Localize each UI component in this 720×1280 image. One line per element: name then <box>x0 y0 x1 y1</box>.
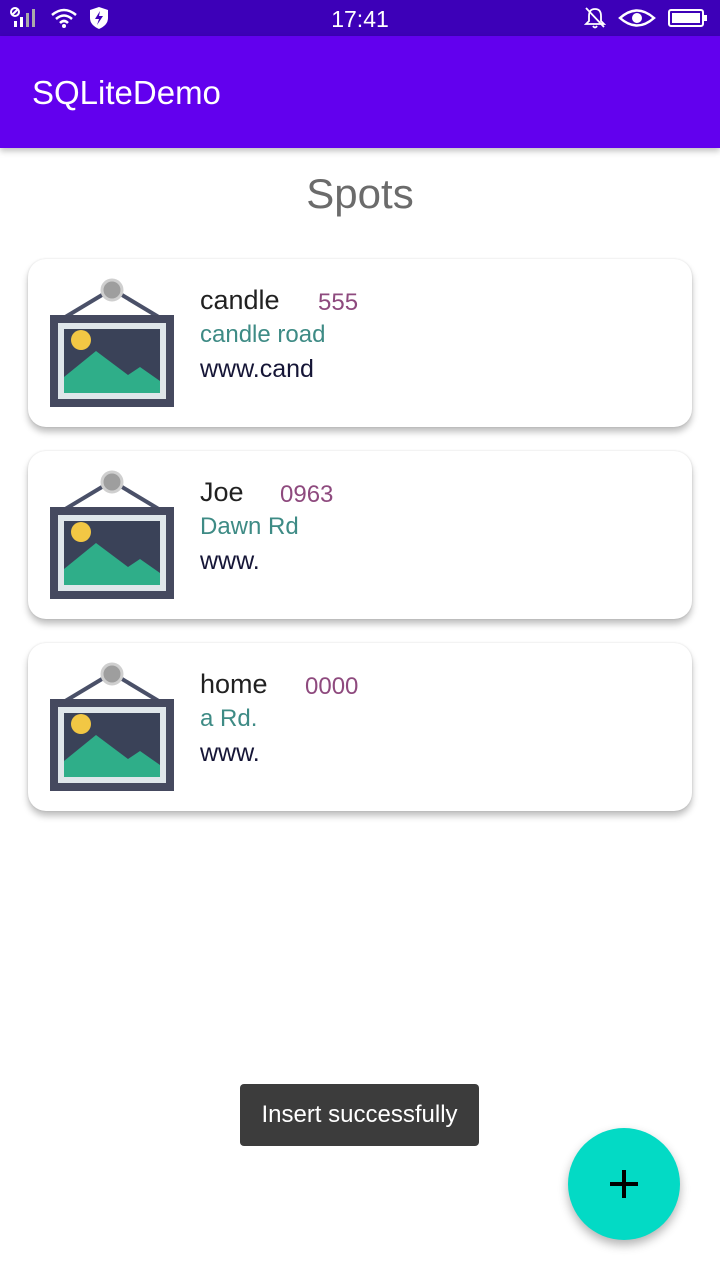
toast-message: Insert successfully <box>240 1084 479 1146</box>
app-title: SQLiteDemo <box>32 74 221 111</box>
notification-off-icon <box>584 7 606 29</box>
image-placeholder-icon <box>50 662 174 791</box>
page-title: Spots <box>306 170 414 217</box>
spot-address: a Rd. <box>200 705 258 732</box>
eye-icon <box>618 9 656 27</box>
spot-name: Joe <box>200 477 244 507</box>
spot-name: candle <box>200 285 280 315</box>
spot-card[interactable]: candle 555 candle road www.cand <box>28 259 692 427</box>
spot-website: www. <box>200 739 260 767</box>
battery-icon <box>668 9 707 27</box>
add-icon <box>610 1170 638 1198</box>
spot-phone: 0000 <box>305 673 359 700</box>
spot-phone: 0963 <box>280 481 334 508</box>
app-bar: SQLiteDemo <box>0 36 720 148</box>
spot-address: candle road <box>200 321 326 348</box>
status-right-icons <box>584 6 708 30</box>
status-bar: 17:41 <box>0 0 720 36</box>
add-spot-button[interactable] <box>568 1128 680 1240</box>
spot-address: Dawn Rd <box>200 513 299 540</box>
spot-card[interactable]: Joe 0963 Dawn Rd www. <box>28 451 692 619</box>
spot-card[interactable]: home 0000 a Rd. www. <box>28 643 692 811</box>
spot-name: home <box>200 669 268 699</box>
spot-website: www. <box>200 547 260 575</box>
image-placeholder-icon <box>50 278 174 407</box>
image-placeholder-icon <box>50 470 174 599</box>
spot-phone: 555 <box>318 289 359 316</box>
spot-website: www.cand <box>200 355 314 383</box>
